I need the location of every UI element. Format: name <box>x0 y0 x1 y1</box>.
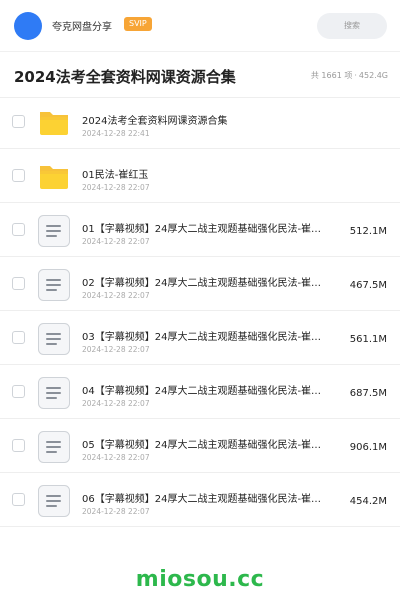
select-checkbox[interactable] <box>12 115 25 128</box>
select-checkbox[interactable] <box>12 331 25 344</box>
brand-name: 夸克网盘分享 <box>52 22 112 33</box>
select-checkbox[interactable] <box>12 169 25 182</box>
total-size: 452.4G <box>358 71 388 80</box>
search-button[interactable]: 搜索 <box>317 13 387 39</box>
item-name[interactable]: 05【字幕视频】24厚大二战主观题基础强化民法-崔… <box>82 436 344 451</box>
app-logo[interactable] <box>14 12 42 40</box>
document-icon <box>36 484 72 518</box>
document-icon <box>36 322 72 356</box>
page-title: 2024法考全套资料网课资源合集 <box>14 68 236 86</box>
folder-row[interactable]: 2024法考全套资料网课资源合集 2024-12-28 22:41 <box>0 95 400 149</box>
item-count: 共 1661 项 <box>310 71 353 80</box>
item-size: 687.5M <box>349 388 387 399</box>
item-name[interactable]: 06【字幕视频】24厚大二战主观题基础强化民法-崔… <box>82 490 344 505</box>
share-title-bar: 2024法考全套资料网课资源合集 共 1661 项 · 452.4G <box>0 52 400 98</box>
document-icon <box>36 268 72 302</box>
select-checkbox[interactable] <box>12 493 25 506</box>
item-date: 2024-12-28 22:07 <box>82 345 150 354</box>
item-date: 2024-12-28 22:07 <box>82 507 150 516</box>
select-checkbox[interactable] <box>12 277 25 290</box>
item-date: 2024-12-28 22:07 <box>82 291 150 300</box>
site-watermark: miosou.cc <box>135 567 265 592</box>
select-checkbox[interactable] <box>12 223 25 236</box>
item-date: 2024-12-28 22:07 <box>82 453 150 462</box>
share-stats: 共 1661 项 · 452.4G <box>311 70 388 81</box>
item-name[interactable]: 04【字幕视频】24厚大二战主观题基础强化民法-崔… <box>82 382 344 397</box>
item-name[interactable]: 2024法考全套资料网课资源合集 <box>82 112 344 127</box>
document-icon <box>36 430 72 464</box>
select-checkbox[interactable] <box>12 439 25 452</box>
file-row[interactable]: 01【字幕视频】24厚大二战主观题基础强化民法-崔… 2024-12-28 22:… <box>0 203 400 257</box>
file-row[interactable]: 06【字幕视频】24厚大二战主观题基础强化民法-崔… 2024-12-28 22:… <box>0 473 400 527</box>
item-date: 2024-12-28 22:07 <box>82 399 150 408</box>
item-date: 2024-12-28 22:07 <box>82 237 150 246</box>
footer: miosou.cc <box>0 560 400 600</box>
folder-icon <box>36 106 72 140</box>
file-row[interactable]: 02【字幕视频】24厚大二战主观题基础强化民法-崔… 2024-12-28 22:… <box>0 257 400 311</box>
item-date: 2024-12-28 22:07 <box>82 183 150 192</box>
item-size: 454.2M <box>349 496 387 507</box>
item-size: 561.1M <box>349 334 387 345</box>
file-list: 2024法考全套资料网课资源合集 2024-12-28 22:41 01民法-崔红玉… <box>0 95 400 527</box>
folder-row[interactable]: 01民法-崔红玉 2024-12-28 22:07 <box>0 149 400 203</box>
item-name[interactable]: 03【字幕视频】24厚大二战主观题基础强化民法-崔… <box>82 328 344 343</box>
folder-icon <box>36 160 72 194</box>
item-date: 2024-12-28 22:41 <box>82 129 150 138</box>
item-size: 512.1M <box>349 226 387 237</box>
item-name[interactable]: 02【字幕视频】24厚大二战主观题基础强化民法-崔… <box>82 274 344 289</box>
app-header: 夸克网盘分享 SVIP 搜索 <box>0 0 400 52</box>
file-row[interactable]: 05【字幕视频】24厚大二战主观题基础强化民法-崔… 2024-12-28 22:… <box>0 419 400 473</box>
item-size: 467.5M <box>349 280 387 291</box>
item-name[interactable]: 01【字幕视频】24厚大二战主观题基础强化民法-崔… <box>82 220 344 235</box>
select-checkbox[interactable] <box>12 385 25 398</box>
file-row[interactable]: 03【字幕视频】24厚大二战主观题基础强化民法-崔… 2024-12-28 22:… <box>0 311 400 365</box>
item-size: 906.1M <box>349 442 387 453</box>
document-icon <box>36 376 72 410</box>
document-icon <box>36 214 72 248</box>
svip-badge[interactable]: SVIP <box>124 17 152 31</box>
stats-separator: · <box>354 71 357 80</box>
file-row[interactable]: 04【字幕视频】24厚大二战主观题基础强化民法-崔… 2024-12-28 22:… <box>0 365 400 419</box>
item-name[interactable]: 01民法-崔红玉 <box>82 166 344 181</box>
